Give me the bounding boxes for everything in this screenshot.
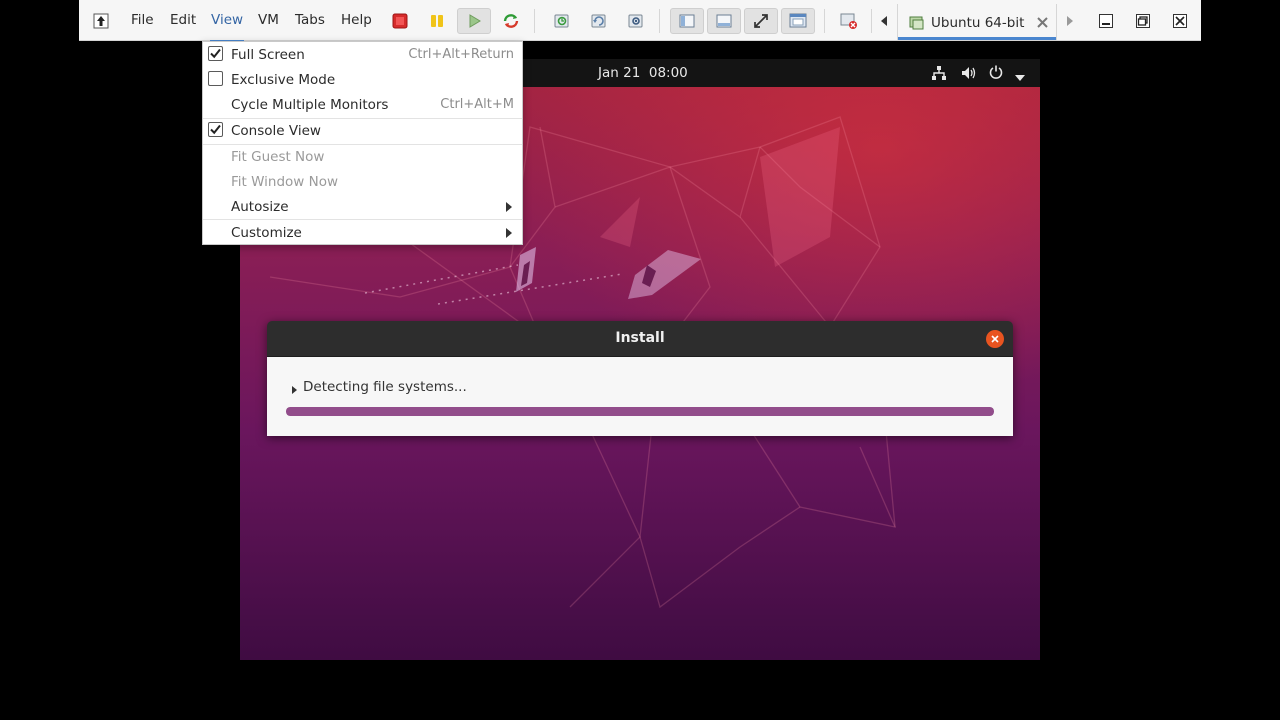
dialog-close-icon[interactable] xyxy=(986,330,1004,348)
pin-icon[interactable] xyxy=(87,8,115,34)
submenu-arrow-icon xyxy=(506,202,512,212)
full-screen-checkbox[interactable] xyxy=(208,46,223,61)
tab-scroll-right-icon[interactable] xyxy=(1060,8,1080,34)
snapshot-manager-icon[interactable] xyxy=(622,8,650,34)
console-view-checkbox[interactable] xyxy=(208,122,223,137)
tab-scroll-left-icon[interactable] xyxy=(874,8,894,34)
install-dialog: Install Detecting file systems... xyxy=(267,321,1013,436)
close-window-icon[interactable] xyxy=(1166,8,1194,34)
menu-item-customize[interactable]: Customize xyxy=(203,220,522,245)
vmware-toolbar: File Edit View VM Tabs Help Ubuntu 64-bi… xyxy=(79,0,1201,42)
menu-item-console-view[interactable]: Console View xyxy=(203,118,522,143)
menu-item-fit-guest-now: Fit Guest Now xyxy=(231,149,325,165)
snapshot-icon[interactable] xyxy=(548,8,576,34)
dialog-title: Install xyxy=(615,330,665,346)
power-on-icon[interactable] xyxy=(457,8,491,34)
exclusive-mode-checkbox[interactable] xyxy=(208,71,223,86)
menu-tabs[interactable]: Tabs xyxy=(294,9,326,31)
tab-ubuntu[interactable]: Ubuntu 64-bit xyxy=(897,4,1057,40)
submenu-arrow-icon xyxy=(506,228,512,238)
unity-icon[interactable] xyxy=(781,8,815,34)
full-screen-shortcut: Ctrl+Alt+Return xyxy=(408,47,514,62)
power-off-icon[interactable] xyxy=(386,8,414,34)
show-thumbnail-bar-icon[interactable] xyxy=(707,8,741,34)
install-progress-fill xyxy=(286,407,994,416)
enter-full-screen-icon[interactable] xyxy=(744,8,778,34)
show-library-icon[interactable] xyxy=(670,8,704,34)
volume-icon[interactable] xyxy=(961,66,977,84)
cycle-monitors-shortcut: Ctrl+Alt+M xyxy=(440,97,514,112)
menu-file[interactable]: File xyxy=(130,9,155,31)
menu-help[interactable]: Help xyxy=(340,9,373,31)
network-icon[interactable] xyxy=(932,66,946,84)
menu-item-exclusive-mode[interactable]: Exclusive Mode xyxy=(203,67,522,92)
clock[interactable]: Jan 21 08:00 xyxy=(598,65,688,81)
menu-vm[interactable]: VM xyxy=(257,9,280,31)
close-vm-icon[interactable] xyxy=(835,8,863,34)
view-menu-dropdown: Full Screen Ctrl+Alt+Return Exclusive Mo… xyxy=(202,41,523,245)
tab-label: Ubuntu 64-bit xyxy=(931,15,1025,31)
dialog-body: Detecting file systems... xyxy=(267,357,1013,436)
restore-window-icon[interactable] xyxy=(1129,8,1157,34)
reset-icon[interactable] xyxy=(497,8,525,34)
suspend-icon[interactable] xyxy=(423,8,451,34)
vm-tab-icon xyxy=(909,15,925,35)
expander-arrow-icon[interactable] xyxy=(292,386,297,394)
dropdown-arrow-icon[interactable] xyxy=(1015,70,1025,85)
menu-view[interactable]: View xyxy=(210,9,245,42)
install-status-text: Detecting file systems... xyxy=(303,379,467,395)
tab-close-icon[interactable] xyxy=(1037,17,1048,32)
menu-edit[interactable]: Edit xyxy=(169,9,197,31)
minimize-window-icon[interactable] xyxy=(1092,8,1120,34)
menu-item-cycle-monitors[interactable]: Cycle Multiple Monitors Ctrl+Alt+M xyxy=(203,92,522,117)
power-icon[interactable] xyxy=(989,65,1003,83)
dialog-header: Install xyxy=(267,321,1013,357)
revert-snapshot-icon[interactable] xyxy=(585,8,613,34)
menu-item-full-screen[interactable]: Full Screen Ctrl+Alt+Return xyxy=(203,42,522,67)
install-progress-bar xyxy=(286,407,994,416)
menu-item-autosize[interactable]: Autosize xyxy=(203,194,522,219)
menu-item-fit-window-now: Fit Window Now xyxy=(231,174,339,190)
